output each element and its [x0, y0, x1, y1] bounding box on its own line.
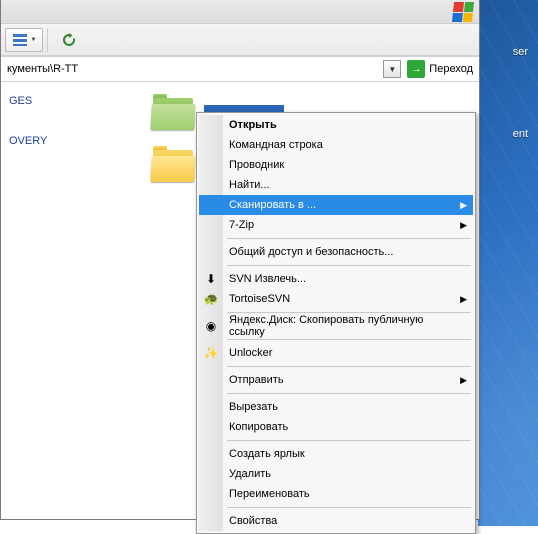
chevron-down-icon: ▼	[388, 65, 396, 74]
toolbar: ▼	[1, 24, 479, 56]
menu-item[interactable]: Свойства	[199, 511, 473, 531]
address-dropdown-button[interactable]: ▼	[383, 60, 401, 78]
yadisk-icon: ◉	[203, 318, 219, 334]
desktop-background	[478, 0, 538, 526]
desktop-icon-label: ser	[513, 46, 528, 58]
menu-item-label: Сканировать в ...	[229, 199, 316, 211]
menu-item[interactable]: ◉ Яндекс.Диск: Скопировать публичную ссыл…	[199, 316, 473, 336]
submenu-arrow-icon: ▶	[460, 375, 467, 386]
go-label: Переход	[429, 63, 473, 75]
menu-item-label: Отправить	[229, 374, 284, 386]
submenu-arrow-icon: ▶	[460, 294, 467, 305]
submenu-arrow-icon: ▶	[460, 200, 467, 211]
menu-item[interactable]: Командная строка	[199, 135, 473, 155]
menu-item-label: Удалить	[229, 468, 271, 480]
menu-item[interactable]: Переименовать	[199, 484, 473, 504]
menu-separator	[227, 265, 471, 266]
sidebar-item[interactable]: GES	[1, 92, 111, 110]
menu-item-label: Найти...	[229, 179, 270, 191]
unlocker-icon: ✨	[203, 345, 219, 361]
chevron-down-icon: ▼	[31, 37, 37, 43]
menu-item-label: Копировать	[229, 421, 288, 433]
menu-item-label: Яндекс.Диск: Скопировать публичную ссылк…	[229, 314, 455, 338]
menu-item-label: 7-Zip	[229, 219, 254, 231]
menu-separator	[227, 312, 471, 313]
menu-separator	[227, 339, 471, 340]
separator	[47, 28, 53, 52]
menu-item-label: SVN Извлечь...	[229, 273, 306, 285]
menu-item-label: Unlocker	[229, 347, 272, 359]
go-arrow-icon: →	[407, 60, 425, 78]
menu-item[interactable]: 7-Zip ▶	[199, 215, 473, 235]
sidebar-item[interactable]: OVERY	[1, 132, 111, 150]
menu-item-label: Переименовать	[229, 488, 310, 500]
windows-flag-icon	[452, 2, 474, 22]
menu-item-label: Общий доступ и безопасность...	[229, 246, 393, 258]
menu-item[interactable]: Проводник	[199, 155, 473, 175]
menu-item[interactable]: ⬇ SVN Извлечь...	[199, 269, 473, 289]
menu-item[interactable]: Общий доступ и безопасность...	[199, 242, 473, 262]
menu-item[interactable]: Создать ярлык	[199, 444, 473, 464]
context-menu: Открыть Командная строка Проводник Найти...…	[196, 112, 476, 534]
menu-item[interactable]: Найти...	[199, 175, 473, 195]
tortoise-icon: 🐢	[203, 291, 219, 307]
views-icon	[12, 32, 28, 48]
folder-icon	[151, 146, 196, 182]
menu-item-label: Проводник	[229, 159, 284, 171]
menu-item[interactable]: 🐢 TortoiseSVN ▶	[199, 289, 473, 309]
menu-item[interactable]: Сканировать в ... ▶	[199, 195, 473, 215]
menu-item-label: Открыть	[229, 119, 277, 131]
refresh-icon	[61, 32, 77, 48]
address-path[interactable]: кументы\R-TT	[1, 63, 383, 75]
menu-separator	[227, 393, 471, 394]
folder-item[interactable]	[151, 146, 196, 182]
menu-separator	[227, 440, 471, 441]
menu-item-label: Вырезать	[229, 401, 278, 413]
menu-separator	[227, 366, 471, 367]
menu-item-label: TortoiseSVN	[229, 293, 290, 305]
go-button[interactable]: → Переход	[405, 58, 479, 80]
menu-separator	[227, 238, 471, 239]
menu-item-label: Создать ярлык	[229, 448, 305, 460]
svn-icon: ⬇	[203, 271, 219, 287]
views-button[interactable]: ▼	[5, 28, 43, 52]
menu-item[interactable]: Открыть	[199, 115, 473, 135]
title-bar[interactable]	[1, 0, 479, 24]
submenu-arrow-icon: ▶	[460, 220, 467, 231]
desktop-icon-label: ent	[513, 128, 528, 140]
menu-separator	[227, 507, 471, 508]
menu-item[interactable]: Отправить ▶	[199, 370, 473, 390]
menu-item[interactable]: Удалить	[199, 464, 473, 484]
address-bar: кументы\R-TT ▼ → Переход	[1, 56, 479, 82]
refresh-button[interactable]	[55, 28, 83, 52]
menu-item-label: Свойства	[229, 515, 277, 527]
menu-item[interactable]: Вырезать	[199, 397, 473, 417]
folder-icon	[151, 94, 196, 130]
menu-item[interactable]: ✨ Unlocker	[199, 343, 473, 363]
menu-item-label: Командная строка	[229, 139, 323, 151]
menu-item[interactable]: Копировать	[199, 417, 473, 437]
